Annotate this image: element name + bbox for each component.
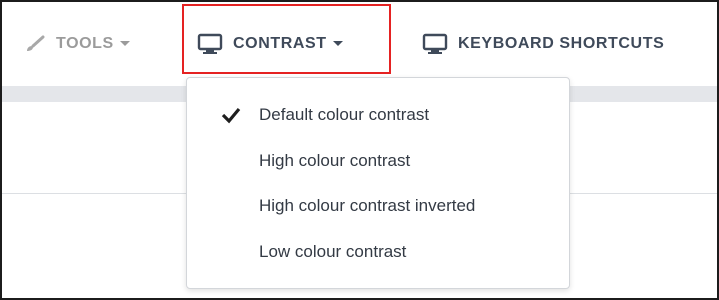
contrast-dropdown-menu: Default colour contrast High colour cont… (186, 77, 570, 289)
toolbar: TOOLS CONTRAST KEYBOARD SHORTCUTS (2, 2, 717, 86)
checkmark-icon (221, 106, 241, 129)
chevron-down-icon (119, 40, 130, 46)
keyboard-shortcuts-button[interactable]: KEYBOARD SHORTCUTS (422, 2, 664, 86)
tools-menu-button[interactable]: TOOLS (24, 2, 130, 86)
contrast-label: CONTRAST (233, 35, 327, 52)
keyboard-shortcuts-label: KEYBOARD SHORTCUTS (458, 35, 665, 52)
menu-item-low-contrast[interactable]: Low colour contrast (187, 234, 569, 270)
menu-item-label: Default colour contrast (259, 105, 430, 124)
menu-item-high-contrast[interactable]: High colour contrast (187, 143, 569, 179)
menu-item-label: High colour contrast inverted (259, 196, 476, 215)
menu-item-default-contrast[interactable]: Default colour contrast (187, 97, 569, 133)
monitor-icon (197, 33, 223, 55)
monitor-icon (422, 33, 448, 55)
menu-item-label: Low colour contrast (259, 242, 407, 261)
tools-label: TOOLS (56, 35, 114, 52)
app-frame: TOOLS CONTRAST KEYBOARD SHORTCUTS Defaul… (0, 0, 719, 300)
contrast-menu-button[interactable]: CONTRAST (197, 2, 343, 86)
menu-item-high-contrast-inverted[interactable]: High colour contrast inverted (187, 188, 569, 224)
menu-item-label: High colour contrast (259, 151, 411, 170)
chevron-down-icon (332, 40, 343, 46)
brush-icon (24, 35, 46, 53)
